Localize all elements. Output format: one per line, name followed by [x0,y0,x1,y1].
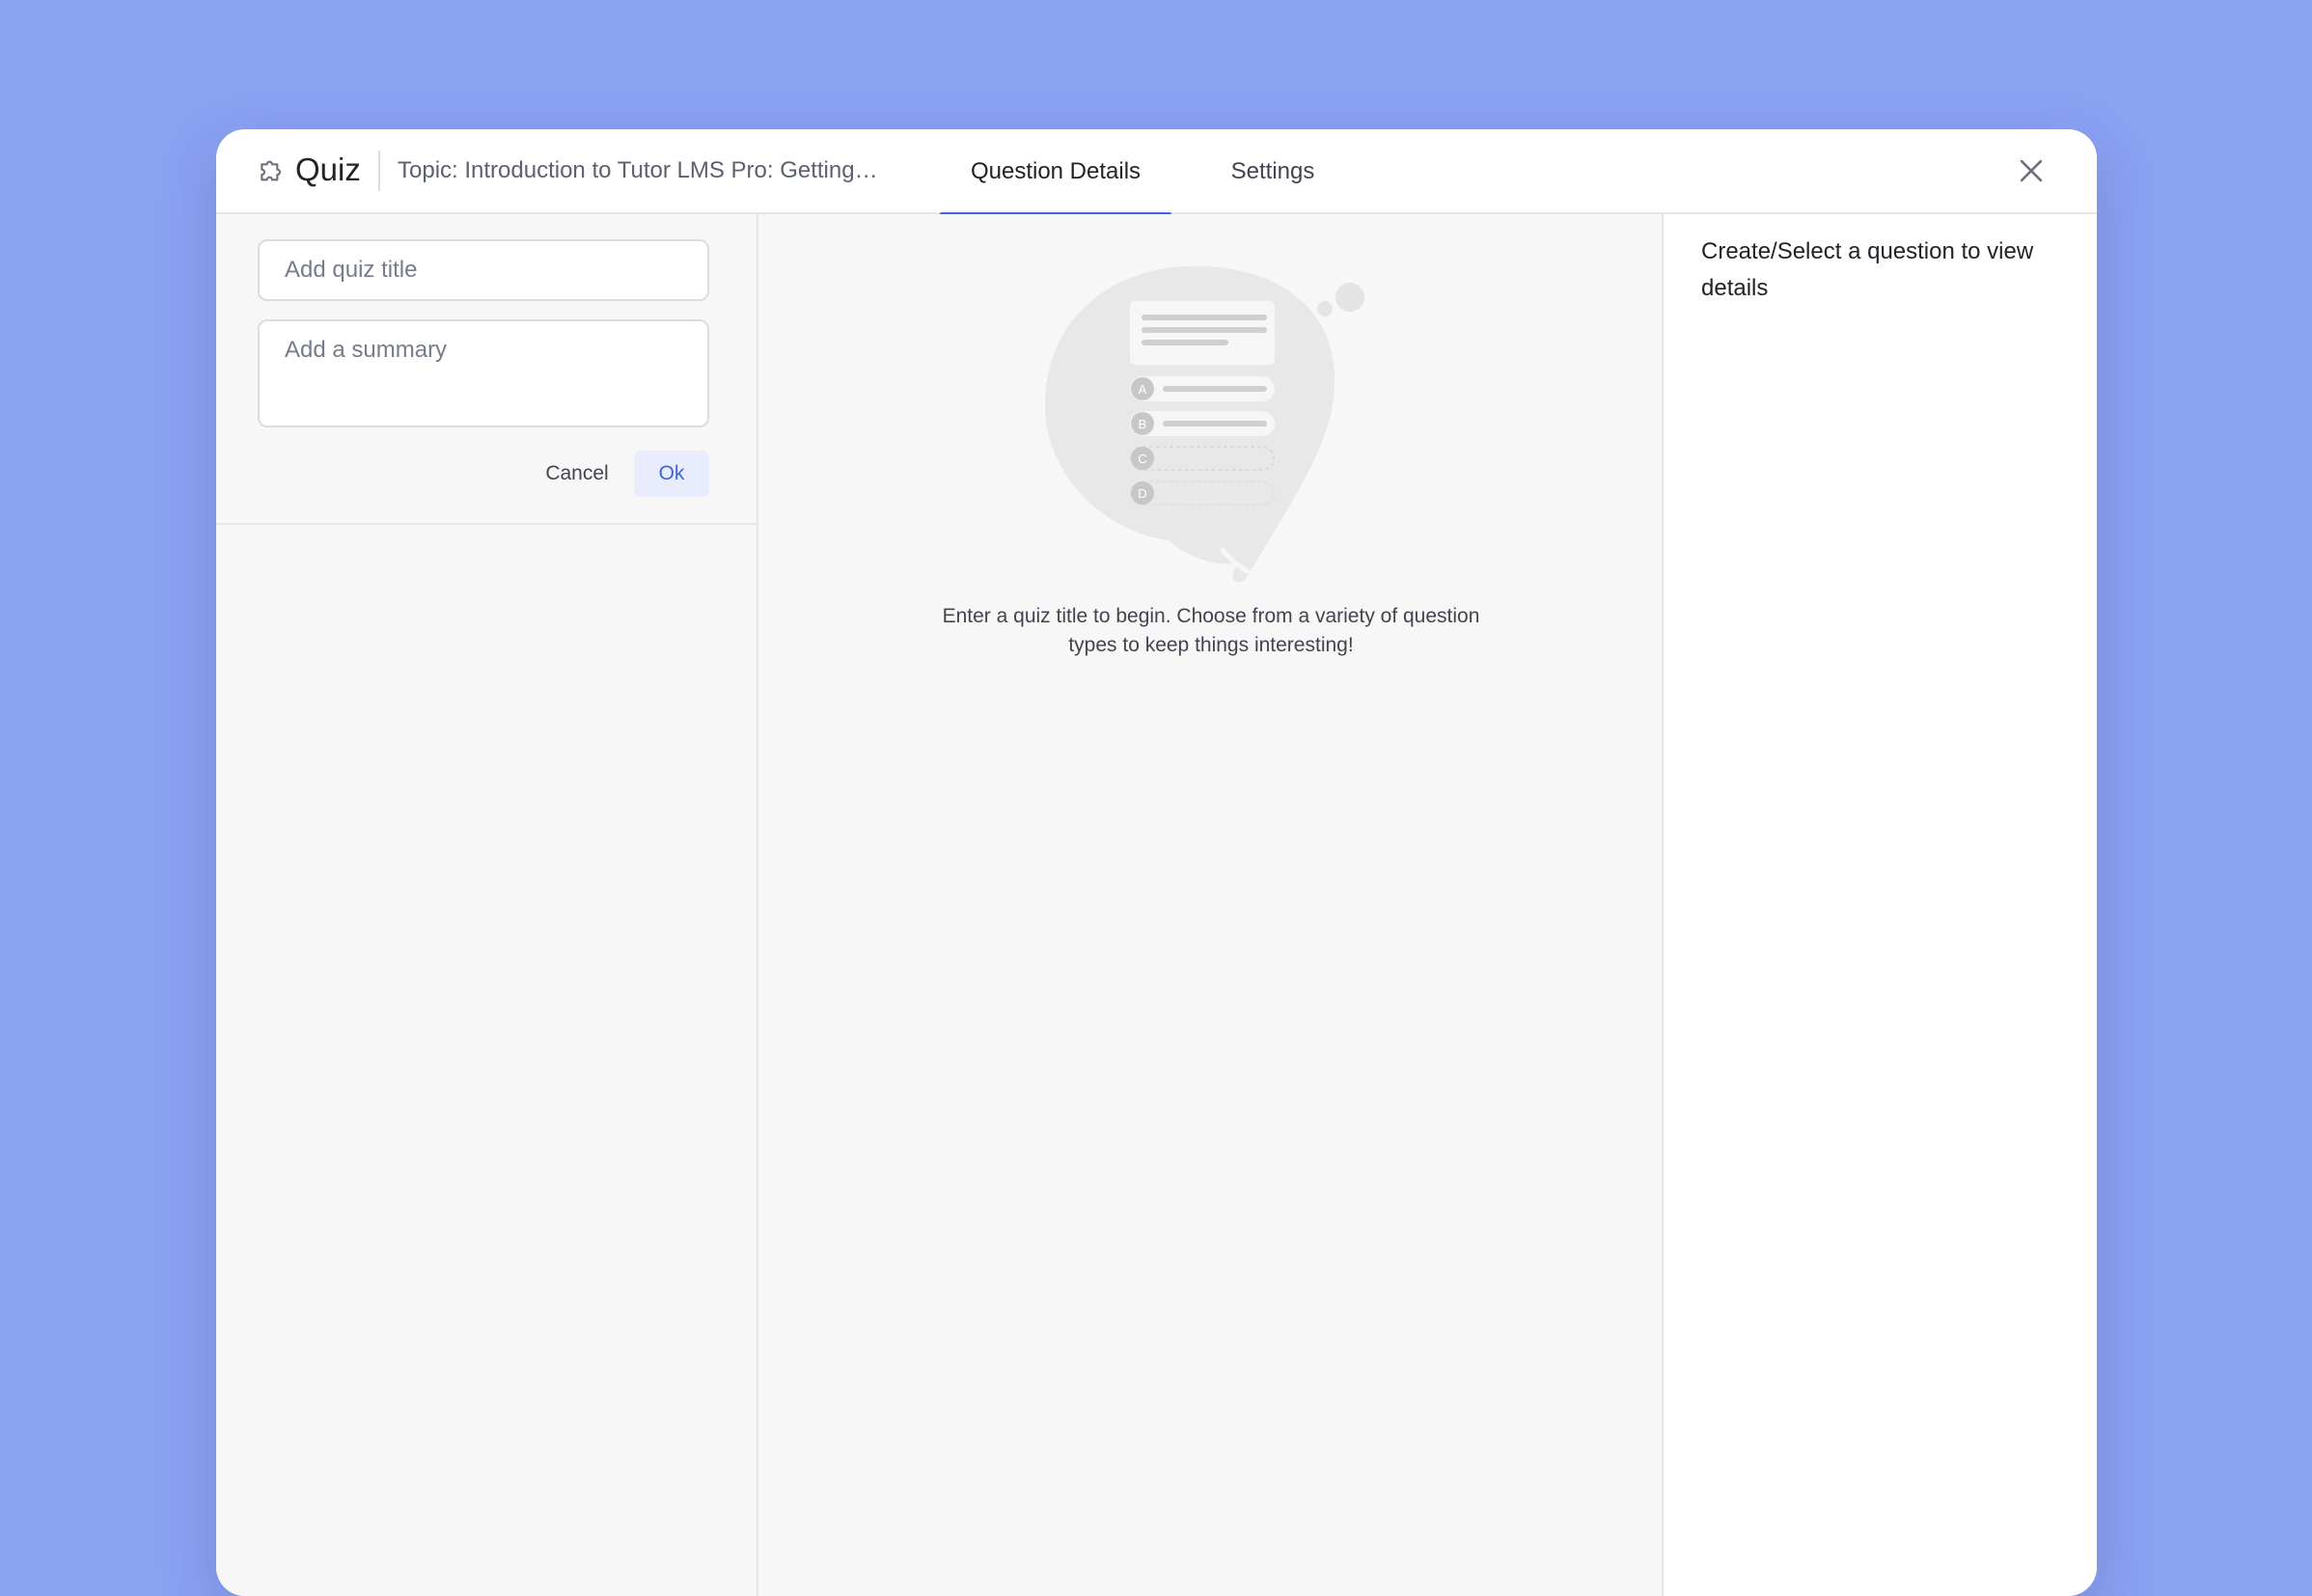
close-icon[interactable] [2015,154,2048,187]
question-details-panel: Create/Select a question to view details [1664,214,2097,1596]
modal-title: Quiz [295,151,361,187]
tab-label: Question Details [970,158,1142,184]
puzzle-icon [261,160,281,181]
option-letter: D [1138,486,1146,501]
option-letter: B [1139,417,1147,431]
ok-button[interactable]: Ok [634,451,709,497]
tab-bar: Question Details Settings [940,129,1374,216]
quiz-title-input[interactable] [258,239,709,301]
empty-state-message: Enter a quiz title to begin. Choose from… [942,605,1480,656]
header-divider [378,151,380,191]
tab-question-details[interactable]: Question Details [940,129,1171,216]
topic-breadcrumb: Topic: Introduction to Tutor LMS Pro: Ge… [398,157,878,183]
tab-settings[interactable]: Settings [1171,129,1374,214]
question-details-placeholder: Create/Select a question to view details [1701,238,2034,301]
cancel-button[interactable]: Cancel [535,451,619,497]
tab-label: Settings [1230,158,1315,184]
quiz-modal: Quiz Topic: Introduction to Tutor LMS Pr… [216,129,2097,1596]
question-list-panel: A B C D Enter a quiz title to begin. Cho… [758,214,1664,1596]
option-letter: C [1138,452,1146,466]
modal-header: Quiz Topic: Introduction to Tutor LMS Pr… [216,129,2097,216]
quiz-form: Cancel Ok [216,214,757,525]
option-letter: A [1139,382,1147,397]
quiz-summary-input[interactable] [258,319,709,427]
quiz-form-panel: Cancel Ok [216,214,758,1596]
quiz-bubble-illustration: A B C D [1045,265,1364,583]
